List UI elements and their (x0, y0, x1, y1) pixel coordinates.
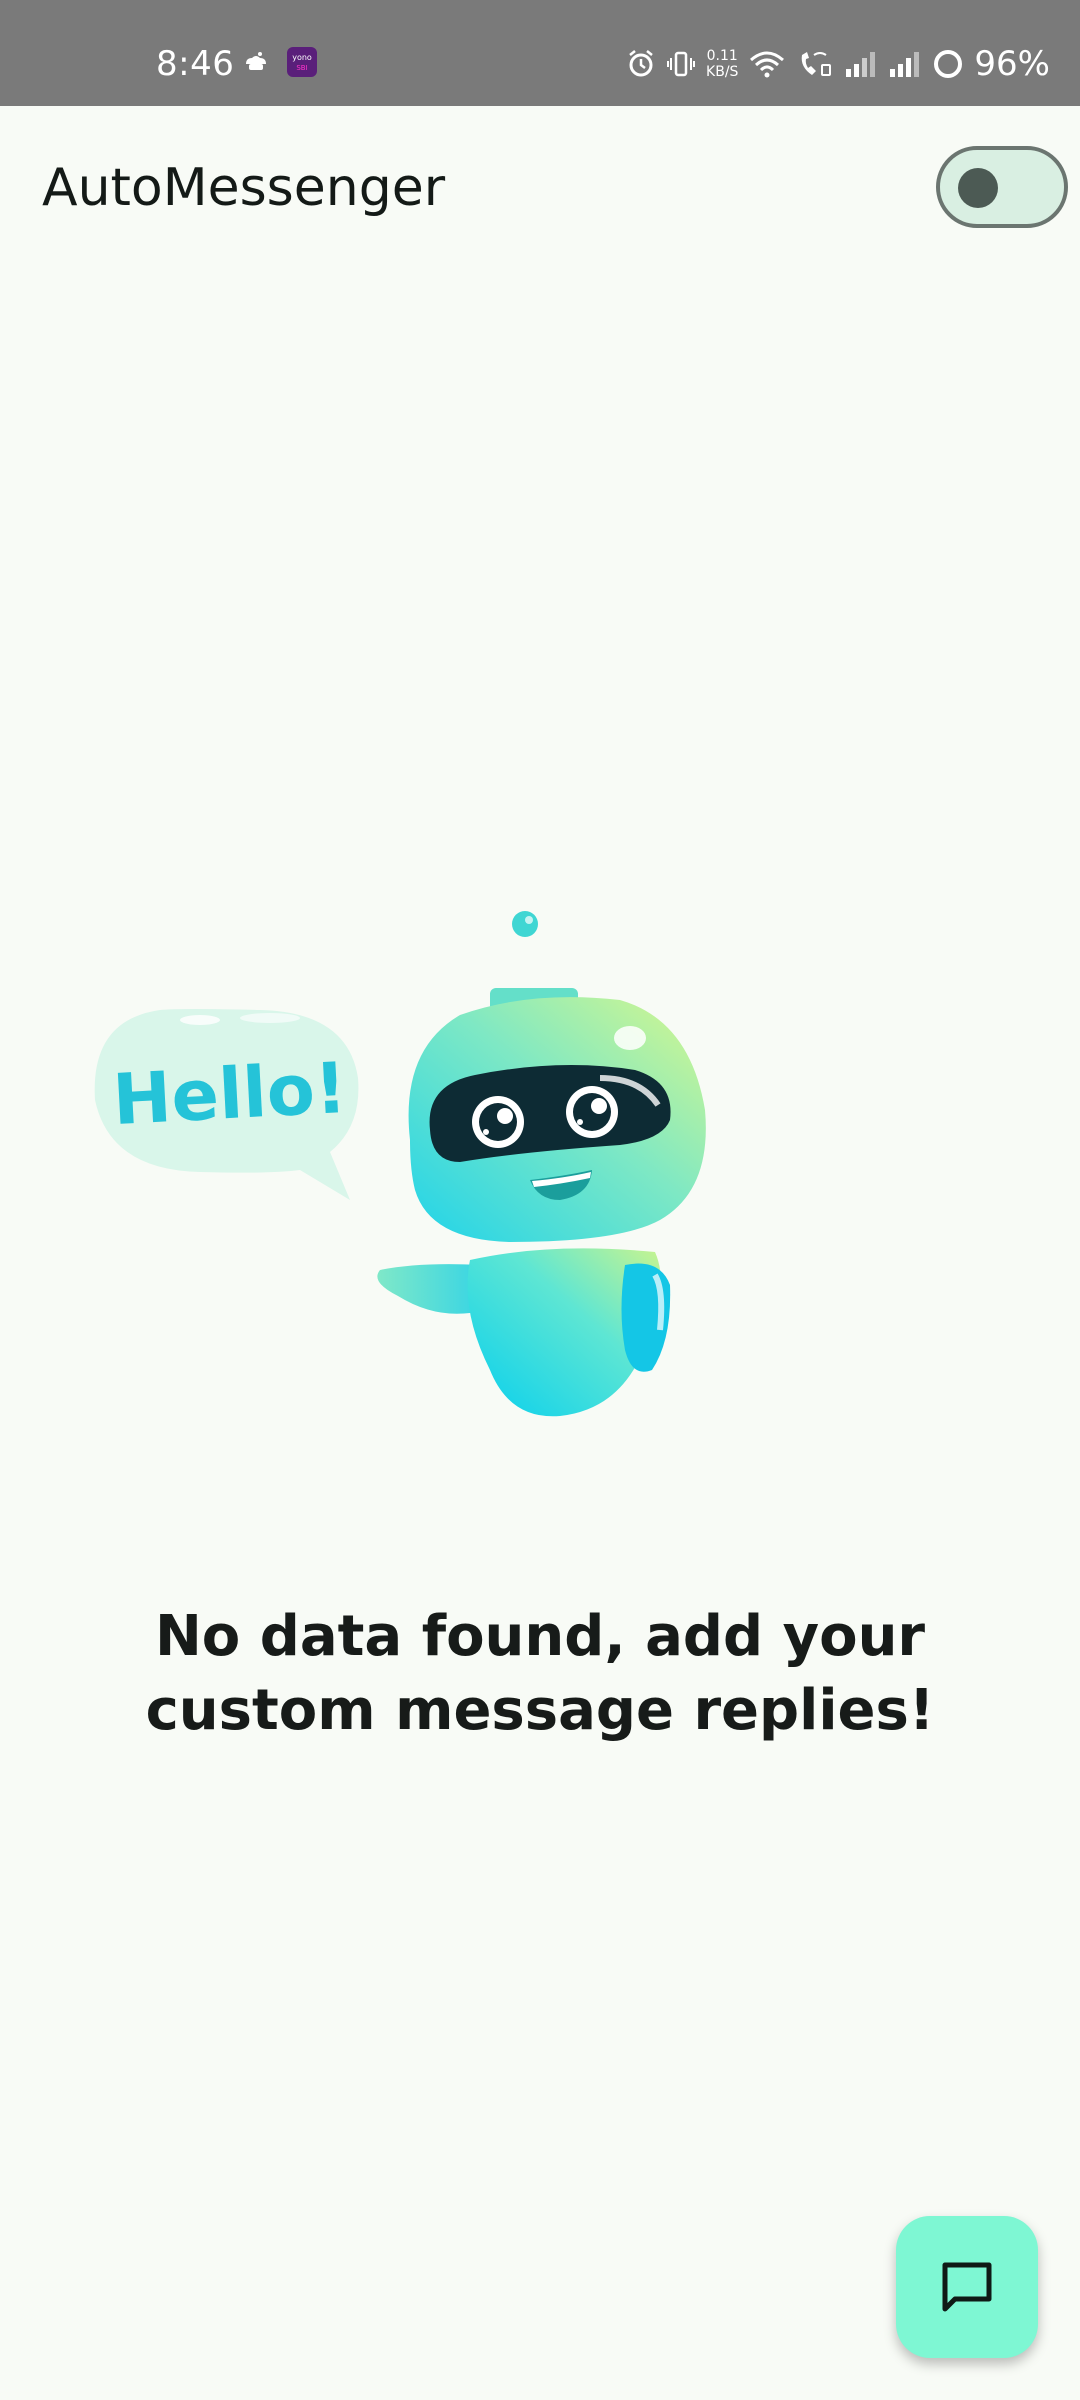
wifi-calling-icon (802, 52, 832, 76)
status-bar: 8:46 yono SBI 0.11 KB/S 96% (0, 0, 1080, 106)
app-title: AutoMessenger (42, 158, 446, 218)
status-system-icons: 0.11 KB/S 96% (626, 44, 1050, 84)
status-time: 8:46 (156, 44, 235, 84)
toggle-knob (958, 168, 998, 208)
battery-percentage: 96% (974, 44, 1050, 84)
chat-bubble-icon (942, 2262, 992, 2312)
battery-ring-icon (934, 50, 963, 78)
auto-reply-toggle[interactable] (936, 146, 1068, 228)
netspeed-indicator: 0.11 KB/S (706, 48, 738, 80)
alarm-icon (629, 50, 653, 77)
status-notification-icons: yono SBI (240, 46, 318, 78)
signal-icon (890, 52, 920, 77)
add-reply-fab[interactable] (896, 2216, 1038, 2358)
robot-antenna (512, 911, 538, 937)
chef-icon (246, 52, 266, 70)
netspeed-value: 0.11 (706, 48, 738, 64)
robot-hello-illustration: Hello! (94, 911, 706, 1417)
speech-bubble-text: Hello! (111, 1047, 349, 1141)
vibrate-icon (667, 51, 696, 77)
svg-text:SBI: SBI (296, 64, 307, 72)
signal-icon (846, 52, 876, 77)
empty-state-message: No data found, add your custom message r… (145, 1604, 935, 1743)
netspeed-unit: KB/S (706, 64, 739, 80)
svg-text:yono: yono (292, 53, 312, 62)
yono-app-icon: yono SBI (287, 47, 317, 77)
wifi-icon (750, 51, 785, 78)
app-bar: AutoMessenger (0, 106, 1080, 274)
speech-bubble: Hello! (94, 1009, 359, 1200)
